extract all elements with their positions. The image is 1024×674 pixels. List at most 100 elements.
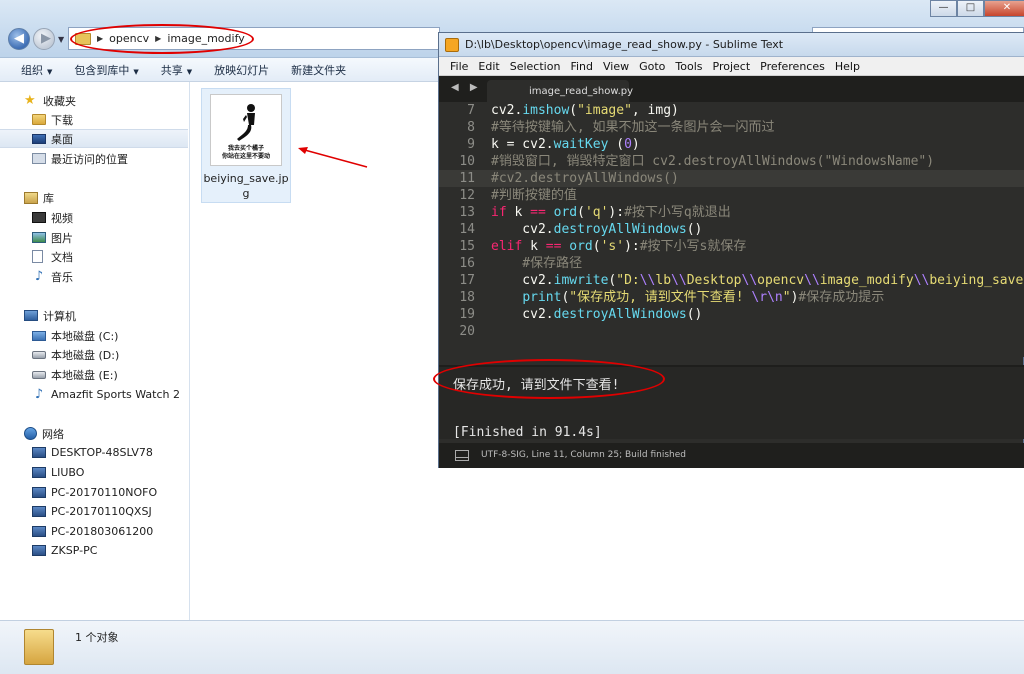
device-icon: ♪ — [34, 386, 44, 402]
nav-item-downloads[interactable]: 下载 — [0, 110, 188, 129]
nav-item-network-pc[interactable]: PC-20170110QXSJ — [0, 502, 188, 521]
code-line[interactable]: 9 k = cv2.waitKey (0) — [439, 136, 1024, 153]
line-number: 12 — [459, 188, 475, 203]
slideshow-button[interactable]: 放映幻灯片 — [203, 62, 280, 78]
nav-label: PC-20170110QXSJ — [51, 505, 152, 518]
organize-button[interactable]: 组织 ▼ — [10, 62, 63, 78]
nav-item-drive-d[interactable]: 本地磁盘 (D:) — [0, 345, 188, 364]
code-token: #等待按键输入, 如果不加这一条图片会一闪而过 — [491, 120, 775, 135]
nav-item-network-pc[interactable]: DESKTOP-48SLV78 — [0, 443, 188, 462]
code-token: "保存成功, 请到文件下查看! — [569, 290, 752, 305]
nav-item-pictures[interactable]: 图片 — [0, 228, 188, 247]
forward-arrow-icon: ▶ — [41, 31, 51, 46]
file-item-beiying-save[interactable]: 我去买个橘子 你站在这里不要动 beiying_save.jpg — [201, 88, 291, 203]
code-line[interactable]: 20 — [439, 323, 1024, 340]
caption-line: 你站在这里不要动 — [221, 153, 270, 160]
panel-toggle-icon[interactable] — [455, 450, 469, 461]
maximize-button[interactable]: □ — [957, 0, 984, 17]
code-token: #判断按键的值 — [491, 188, 577, 203]
code-line[interactable]: 11 #cv2.destroyAllWindows() — [439, 170, 1024, 187]
nav-item-documents[interactable]: 文档 — [0, 247, 188, 266]
menu-project[interactable]: Project — [708, 60, 756, 73]
drive-icon — [32, 350, 46, 359]
nav-item-desktop[interactable]: 桌面 — [0, 129, 188, 148]
nav-label: 文档 — [51, 250, 73, 264]
code-token: cv2. — [491, 273, 554, 288]
nav-label: 收藏夹 — [43, 94, 76, 108]
code-line[interactable]: 19 cv2.destroyAllWindows() — [439, 306, 1024, 323]
output-finished-line: [Finished in 91.4s] — [453, 425, 602, 440]
new-folder-button[interactable]: 新建文件夹 — [280, 62, 357, 78]
nav-item-videos[interactable]: 视频 — [0, 208, 188, 227]
code-line[interactable]: 13 if k == ord('q'):#按下小写q就退出 — [439, 204, 1024, 221]
code-token: \\ — [639, 273, 656, 288]
code-line[interactable]: 15 elif k == ord('s'):#按下小写s就保存 — [439, 238, 1024, 255]
line-number: 15 — [459, 239, 475, 254]
nav-item-music[interactable]: ♪ 音乐 — [0, 267, 188, 286]
code-editor[interactable]: 7 cv2.imshow("image", img) 8 #等待按键输入, 如果不加这… — [439, 102, 1024, 357]
nav-item-network-pc[interactable]: ZKSP-PC — [0, 541, 188, 560]
menu-selection[interactable]: Selection — [505, 60, 566, 73]
document-icon — [32, 250, 43, 263]
code-token: Desktop — [686, 273, 742, 288]
nav-item-watch[interactable]: ♪ Amazfit Sports Watch 2 — [0, 385, 188, 404]
code-line[interactable]: 8 #等待按键输入, 如果不加这一条图片会一闪而过 — [439, 119, 1024, 136]
menu-edit[interactable]: Edit — [473, 60, 504, 73]
nav-item-network-pc[interactable]: PC-20170110NOFO — [0, 483, 188, 502]
download-folder-icon — [32, 114, 46, 125]
nav-label: PC-201803061200 — [51, 525, 154, 538]
close-button[interactable]: ✕ — [984, 0, 1024, 17]
code-line[interactable]: 18 print("保存成功, 请到文件下查看! \r\n")#保存成功提示 — [439, 289, 1024, 306]
nav-label: 本地磁盘 (C:) — [51, 329, 119, 343]
menu-help[interactable]: Help — [830, 60, 865, 73]
code-token: ord — [569, 239, 593, 254]
tab-scroll-arrows-icon[interactable]: ◀ ▶ — [451, 82, 482, 93]
menu-find[interactable]: Find — [565, 60, 598, 73]
dropdown-icon: ▼ — [186, 67, 193, 76]
back-button[interactable]: ◀ — [8, 28, 30, 50]
nav-label: 计算机 — [43, 309, 76, 323]
annotation-ellipse-address — [70, 24, 254, 54]
menu-view[interactable]: View — [598, 60, 634, 73]
annotation-ellipse-output — [433, 359, 665, 399]
code-token: lb — [655, 273, 672, 288]
code-line[interactable]: 17 cv2.imwrite("D:\\lb\\Desktop\\opencv\… — [439, 272, 1024, 289]
code-line[interactable]: 16 #保存路径 — [439, 255, 1024, 272]
nav-network[interactable]: 网络 — [0, 424, 188, 443]
code-line[interactable]: 12 #判断按键的值 — [439, 187, 1024, 204]
minimize-button[interactable]: — — [930, 0, 957, 17]
code-token: k = cv2. — [491, 137, 554, 152]
nav-item-recent[interactable]: 最近访问的位置 — [0, 149, 188, 168]
nav-favorites[interactable]: ★ 收藏夹 — [0, 91, 188, 110]
history-dropdown-icon[interactable]: ▼ — [58, 35, 64, 44]
tab-image-read-show[interactable]: image_read_show.py — [487, 80, 633, 102]
menu-goto[interactable]: Goto — [634, 60, 670, 73]
forward-button[interactable]: ▶ — [33, 28, 55, 50]
build-output-panel: 保存成功, 请到文件下查看! [Finished in 91.4s] — [433, 359, 1024, 440]
code-line[interactable]: 14 cv2.destroyAllWindows() — [439, 221, 1024, 238]
sublime-window-title: D:\lb\Desktop\opencv\image_read_show.py … — [465, 38, 784, 51]
code-token: \\ — [913, 273, 930, 288]
nav-item-network-pc[interactable]: LIUBO — [0, 463, 188, 482]
code-line[interactable]: 7 cv2.imshow("image", img) — [439, 102, 1024, 119]
dropdown-icon: ▼ — [47, 67, 53, 76]
nav-label: 本地磁盘 (E:) — [51, 368, 118, 382]
nav-item-network-pc[interactable]: PC-201803061200 — [0, 522, 188, 541]
nav-item-drive-e[interactable]: 本地磁盘 (E:) — [0, 365, 188, 384]
sublime-status-bar: UTF-8-SIG, Line 11, Column 25; Build fin… — [439, 443, 1024, 468]
code-token: #按下小写s就保存 — [639, 239, 747, 254]
menu-preferences[interactable]: Preferences — [755, 60, 830, 73]
code-line[interactable]: 10 #销毁窗口, 销毁特定窗口 cv2.destroyAllWindows("W… — [439, 153, 1024, 170]
code-token: "D: — [616, 273, 640, 288]
share-button[interactable]: 共享 ▼ — [150, 62, 203, 78]
music-icon: ♪ — [34, 268, 44, 284]
line-number: 14 — [459, 222, 475, 237]
nav-libraries[interactable]: 库 — [0, 188, 188, 207]
line-number: 20 — [459, 324, 475, 339]
nav-computer[interactable]: 计算机 — [0, 306, 188, 325]
nav-item-drive-c[interactable]: 本地磁盘 (C:) — [0, 326, 188, 345]
back-arrow-icon: ◀ — [14, 31, 24, 46]
menu-tools[interactable]: Tools — [670, 60, 707, 73]
menu-file[interactable]: File — [445, 60, 473, 73]
include-in-library-button[interactable]: 包含到库中 ▼ — [63, 62, 149, 78]
